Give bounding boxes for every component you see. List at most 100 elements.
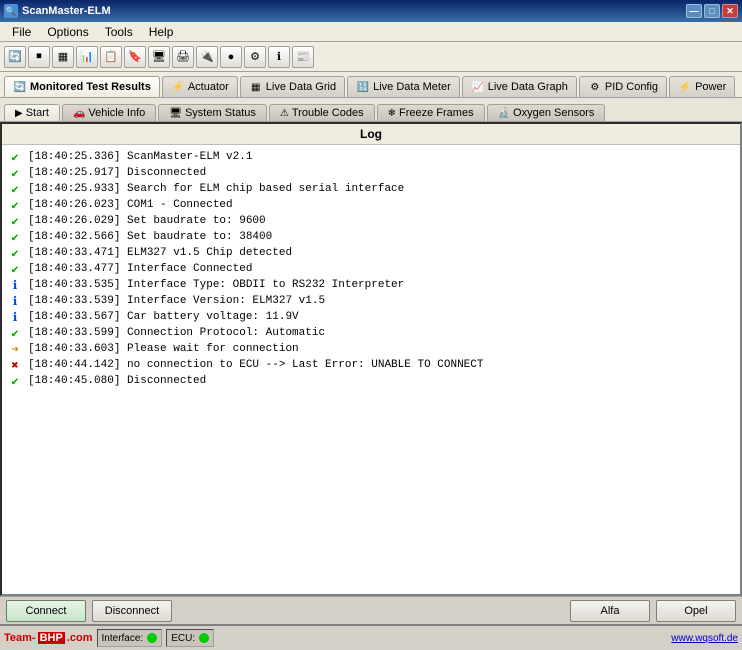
bottom-bar: Connect Disconnect Alfa Opel (0, 596, 742, 624)
toolbar-btn-2[interactable]: ⏹ (28, 46, 50, 68)
check-icon: ✔ (8, 326, 22, 340)
tab-pidconfig[interactable]: ⚙ PID Config (579, 76, 667, 97)
logo-text3: .com (67, 632, 93, 644)
connect-button[interactable]: Connect (6, 600, 86, 622)
menu-options[interactable]: Options (39, 23, 96, 41)
menu-tools[interactable]: Tools (97, 23, 141, 41)
log-entry: ✔ [18:40:45.080] Disconnected (8, 373, 734, 389)
start-icon: ▶ (15, 108, 23, 119)
log-text: [18:40:32.566] Set baudrate to: 38400 (28, 231, 272, 243)
log-text: [18:40:33.535] Interface Type: OBDII to … (28, 279, 404, 291)
tab-troublecodes[interactable]: ⚠ Trouble Codes (269, 104, 375, 121)
toolbar-btn-11[interactable]: ⚙ (244, 46, 266, 68)
tab-systemstatus[interactable]: 🖥 System Status (158, 104, 267, 121)
title-bar-left: 🔍 ScanMaster-ELM (4, 4, 111, 18)
livedatagrid-icon: ▦ (249, 80, 263, 94)
check-icon: ✔ (8, 150, 22, 164)
check-icon: ✔ (8, 262, 22, 276)
log-entry: ✔[18:40:25.933] Search for ELM chip base… (8, 181, 734, 197)
info-icon: ℹ (8, 294, 22, 308)
minimize-button[interactable]: — (686, 4, 702, 18)
log-text: [18:40:33.599] Connection Protocol: Auto… (28, 327, 325, 339)
log-entry: ℹ[18:40:33.567] Car battery voltage: 11.… (8, 309, 734, 325)
actuator-icon: ⚡ (171, 80, 185, 94)
check-icon: ✔ (8, 214, 22, 228)
pidconfig-icon: ⚙ (588, 80, 602, 94)
status-bar: Team- BHP .com Interface: ECU: www.wqsof… (0, 624, 742, 650)
toolbar-btn-13[interactable]: 📰 (292, 46, 314, 68)
toolbar: 🔄 ⏹ ▦ 📊 📋 🔖 🖥 🖨 🔌 ● ⚙ ℹ 📰 (0, 42, 742, 72)
tab-power[interactable]: ⚡ Power (669, 76, 735, 97)
tab-freezeframes[interactable]: ❄ Freeze Frames (377, 104, 485, 121)
log-text: [18:40:25.336] ScanMaster-ELM v2.1 (28, 151, 252, 163)
ecu-section: ECU: (166, 629, 214, 647)
log-entry: ✔ [18:40:33.477] Interface Connected (8, 261, 734, 277)
toolbar-btn-8[interactable]: 🖨 (172, 46, 194, 68)
log-entry: ✔ [18:40:26.029] Set baudrate to: 9600 (8, 213, 734, 229)
tab-bar-top: 🔄 Monitored Test Results ⚡ Actuator ▦ Li… (0, 72, 742, 98)
log-entry: ℹ [18:40:33.535] Interface Type: OBDII to… (8, 277, 734, 293)
log-entry: ℹ [18:40:33.539] Interface Version: ELM32… (8, 293, 734, 309)
log-text: [18:40:33.471] ELM327 v1.5 Chip detected (28, 247, 292, 259)
close-button[interactable]: ✕ (722, 4, 738, 18)
livedatagraph-icon: 📈 (471, 80, 485, 94)
toolbar-btn-1[interactable]: 🔄 (4, 46, 26, 68)
tab-livedatameter[interactable]: 🔢 Live Data Meter (347, 76, 460, 97)
tab-vehicleinfo[interactable]: 🚗 Vehicle Info (62, 104, 156, 121)
tab-bar-second: ▶ Start 🚗 Vehicle Info 🖥 System Status ⚠… (0, 98, 742, 122)
toolbar-btn-5[interactable]: 📋 (100, 46, 122, 68)
oxygensensors-icon: 🔬 (498, 108, 510, 119)
team-bhp-logo: Team- BHP .com (4, 632, 93, 644)
website-link[interactable]: www.wqsoft.de (671, 633, 738, 644)
toolbar-btn-10[interactable]: ● (220, 46, 242, 68)
log-text: [18:40:26.029] Set baudrate to: 9600 (28, 215, 266, 227)
log-text: [18:40:26.023] COM1 - Connected (28, 199, 233, 211)
log-text: [18:40:44.142] no connection to ECU --> … (28, 359, 483, 371)
log-text: [18:40:45.080] Disconnected (28, 375, 206, 387)
check-icon: ✔ (8, 246, 22, 260)
error-icon: ✖ (8, 358, 22, 372)
toolbar-btn-4[interactable]: 📊 (76, 46, 98, 68)
menu-file[interactable]: File (4, 23, 39, 41)
systemstatus-icon: 🖥 (169, 108, 182, 119)
logo-text2: BHP (38, 632, 65, 644)
title-bar: 🔍 ScanMaster-ELM — □ ✕ (0, 0, 742, 22)
log-entry: ➜[18:40:33.603] Please wait for connecti… (8, 341, 734, 357)
app-icon: 🔍 (4, 4, 18, 18)
log-text: [18:40:33.539] Interface Version: ELM327… (28, 295, 325, 307)
toolbar-btn-12[interactable]: ℹ (268, 46, 290, 68)
tab-monitored[interactable]: 🔄 Monitored Test Results (4, 76, 160, 97)
log-header: Log (2, 124, 740, 145)
maximize-button[interactable]: □ (704, 4, 720, 18)
disconnect-button[interactable]: Disconnect (92, 600, 172, 622)
info-icon: ℹ (8, 278, 22, 292)
log-entry: ✔ [18:40:33.471] ELM327 v1.5 Chip detecte… (8, 245, 734, 261)
toolbar-btn-6[interactable]: 🔖 (124, 46, 146, 68)
ecu-label: ECU: (171, 633, 195, 644)
log-text: [18:40:33.477] Interface Connected (28, 263, 252, 275)
toolbar-btn-7[interactable]: 🖥 (148, 46, 170, 68)
info-icon: ℹ (8, 310, 22, 324)
log-wrapper: Log ✔ [18:40:25.336] ScanMaster-ELM v2.1 ✔… (0, 122, 742, 596)
menu-help[interactable]: Help (141, 23, 182, 41)
log-text: [18:40:25.917] Disconnected (28, 167, 206, 179)
app-title: ScanMaster-ELM (22, 5, 111, 17)
check-icon: ✔ (8, 166, 22, 180)
tab-actuator[interactable]: ⚡ Actuator (162, 76, 238, 97)
app-body: File Options Tools Help 🔄 ⏹ ▦ 📊 📋 🔖 🖥 🖨 … (0, 22, 742, 650)
tab-oxygensensors[interactable]: 🔬 Oxygen Sensors (487, 104, 606, 121)
vehicleinfo-icon: 🚗 (73, 108, 85, 119)
tab-start[interactable]: ▶ Start (4, 104, 60, 121)
alfa-button[interactable]: Alfa (570, 600, 650, 622)
log-content[interactable]: ✔[18:40:25.336] ScanMaster-ELM v2.1✔[18:… (2, 145, 740, 591)
check-icon: ✔ (8, 374, 22, 388)
monitored-icon: 🔄 (13, 80, 27, 94)
tab-livedatagraph[interactable]: 📈 Live Data Graph (462, 76, 577, 97)
opel-button[interactable]: Opel (656, 600, 736, 622)
tab-livedatagrid[interactable]: ▦ Live Data Grid (240, 76, 345, 97)
toolbar-btn-3[interactable]: ▦ (52, 46, 74, 68)
check-icon: ✔ (8, 182, 22, 196)
ecu-led (199, 633, 209, 643)
troublecodes-icon: ⚠ (280, 108, 289, 119)
toolbar-btn-9[interactable]: 🔌 (196, 46, 218, 68)
